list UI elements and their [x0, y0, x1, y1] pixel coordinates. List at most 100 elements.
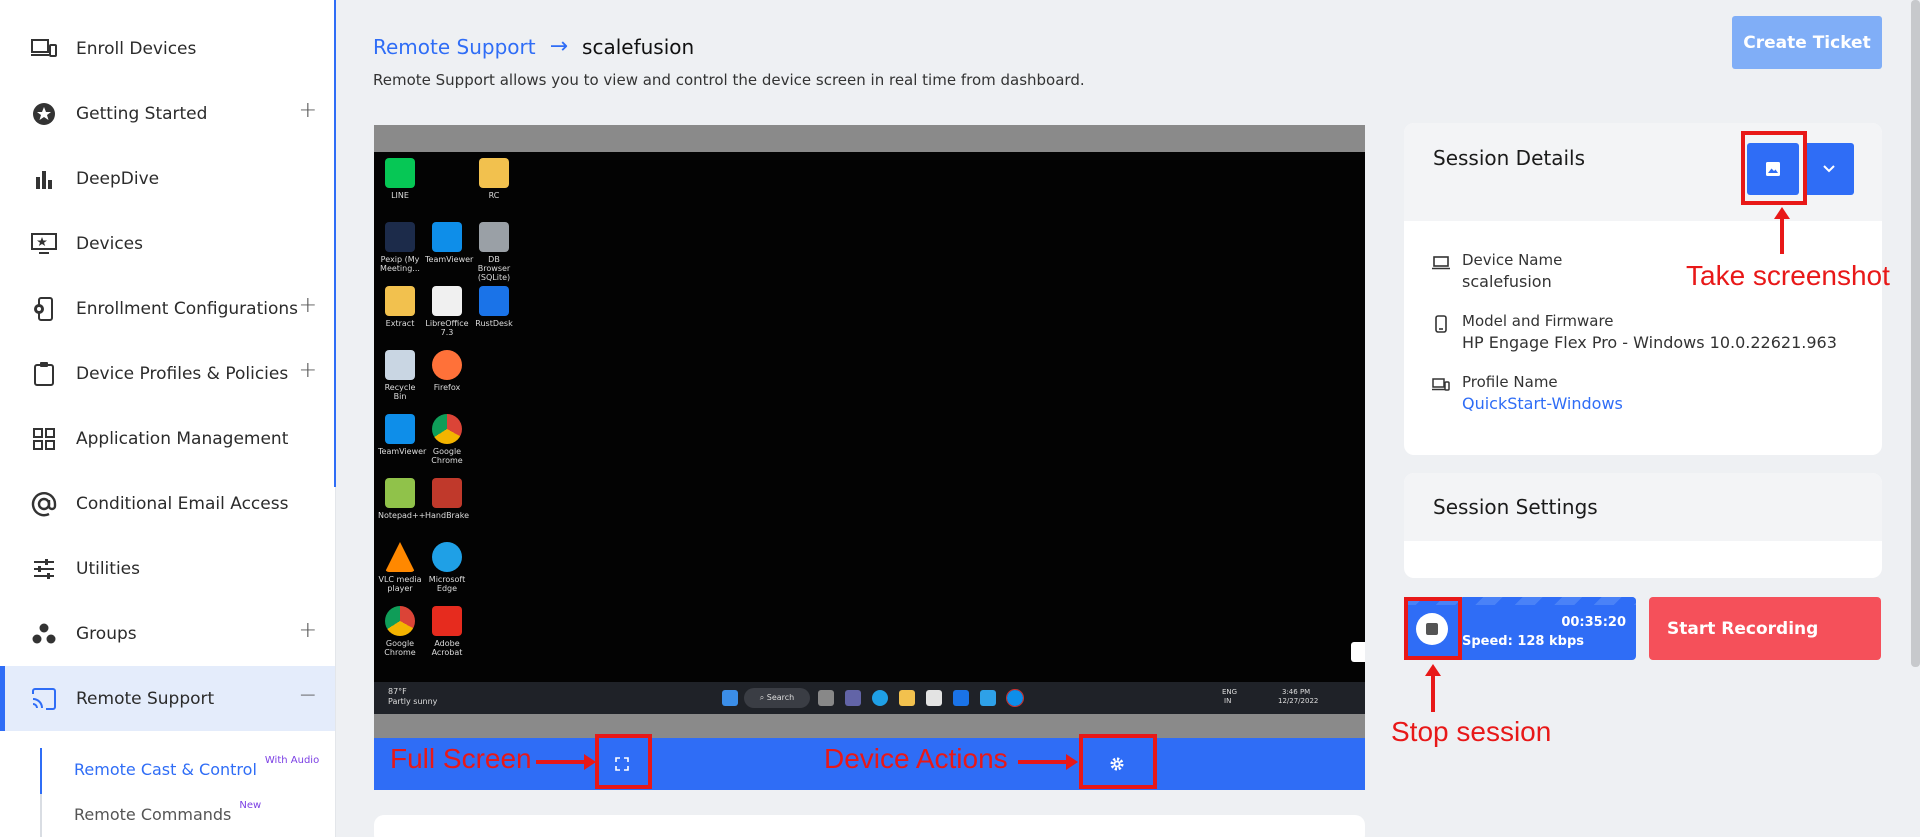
mail-icon[interactable] — [953, 690, 969, 706]
bottom-panel — [374, 815, 1365, 837]
sidebar-item-enroll-devices[interactable]: Enroll Devices — [0, 16, 335, 81]
firefox-icon — [432, 350, 462, 380]
annotation-arrowhead — [1774, 207, 1790, 219]
sidebar-item-getting-started[interactable]: Getting Started + — [0, 81, 335, 146]
teamviewer-side-tab[interactable] — [1351, 642, 1365, 662]
annotation-box-stop — [1404, 597, 1462, 660]
weather-widget[interactable]: 87°F Partly sunny — [388, 687, 437, 707]
sidebar-item-label: Utilities — [76, 558, 140, 579]
sidebar-item-groups[interactable]: Groups + — [0, 601, 335, 666]
document-icon — [432, 286, 462, 316]
model-firmware-value: HP Engage Flex Pro - Windows 10.0.22621.… — [1462, 333, 1837, 352]
taskbar-search[interactable]: ⌕ Search — [744, 688, 810, 708]
sidebar-item-label: Getting Started — [76, 103, 208, 124]
desktop-icon[interactable]: HandBrake — [425, 478, 469, 520]
desktop-icon[interactable]: DB Browser (SQLite) — [472, 222, 516, 282]
model-firmware-label: Model and Firmware — [1462, 312, 1614, 330]
remote-screen-viewer[interactable]: LINE RC Pexip (My Meeting... TeamViewer … — [374, 125, 1365, 790]
sidebar-item-devices[interactable]: Devices — [0, 211, 335, 276]
grid-apps-icon — [30, 425, 58, 453]
sidebar-item-label: Remote Support — [76, 688, 215, 709]
sidebar-item-conditional-email[interactable]: Conditional Email Access — [0, 471, 335, 536]
explorer-icon[interactable] — [899, 690, 915, 706]
teamviewer-taskbar-icon[interactable] — [1006, 689, 1024, 707]
annotation-arrow — [1431, 670, 1435, 712]
screenshot-dropdown-button[interactable] — [1804, 143, 1854, 195]
create-ticket-button[interactable]: Create Ticket — [1732, 16, 1882, 69]
phone-gear-icon — [30, 295, 58, 323]
sidebar-item-label: DeepDive — [76, 168, 160, 189]
profile-name-link[interactable]: QuickStart-Windows — [1462, 394, 1623, 413]
start-icon[interactable] — [722, 690, 738, 706]
chat-icon[interactable] — [845, 690, 861, 706]
annotation-arrow — [1018, 760, 1068, 764]
desktop-icon[interactable]: RustDesk — [472, 286, 516, 328]
desktop-icon[interactable]: TeamViewer — [425, 222, 473, 264]
desktop-icon[interactable]: Notepad++ — [378, 478, 425, 520]
remote-taskbar: 87°F Partly sunny ⌕ Search ENG IN 3:46 P… — [374, 682, 1365, 714]
desktop-icon[interactable]: TeamViewer — [378, 414, 426, 456]
session-details-title: Session Details — [1433, 146, 1586, 170]
start-recording-button[interactable]: Start Recording — [1649, 597, 1881, 660]
sidebar-item-deepdive[interactable]: DeepDive — [0, 146, 335, 211]
sidebar-item-enrollment-configurations[interactable]: Enrollment Configurations + — [0, 276, 335, 341]
breadcrumb-arrow-icon: → — [549, 34, 569, 59]
sidebar-subitem-remote-commands[interactable]: Remote Commands New — [74, 800, 261, 824]
chrome-icon — [385, 606, 415, 636]
teamviewer-icon — [432, 222, 462, 252]
desktop-icon[interactable]: Recycle Bin — [378, 350, 422, 401]
desktop-icon[interactable]: Google Chrome — [378, 606, 422, 657]
desktop-icon[interactable]: Extract — [378, 286, 422, 328]
device-name-label: Device Name — [1462, 251, 1563, 269]
desktop-icon[interactable]: Adobe Acrobat — [425, 606, 469, 657]
desktop-icon[interactable]: LINE — [378, 158, 422, 200]
new-badge: New — [239, 800, 262, 811]
sliders-icon — [30, 555, 58, 583]
sidebar-item-application-management[interactable]: Application Management — [0, 406, 335, 471]
handbrake-icon — [432, 478, 462, 508]
expand-plus-icon[interactable]: + — [299, 293, 317, 318]
sidebar-item-label: Device Profiles & Policies — [76, 363, 289, 384]
breadcrumb-remote-support[interactable]: Remote Support — [373, 35, 536, 59]
clipboard-icon — [30, 360, 58, 388]
desktop-icon[interactable]: Google Chrome — [425, 414, 469, 465]
sidebar-subitem-remote-cast[interactable]: Remote Cast & Control With Audio — [74, 755, 319, 779]
folder-icon — [479, 158, 509, 188]
recycle-bin-icon — [385, 350, 415, 380]
sidebar: Enroll Devices Getting Started + DeepDiv… — [0, 0, 336, 837]
annotation-box-device-actions — [1079, 734, 1157, 789]
session-settings-card[interactable]: Session Settings — [1404, 473, 1882, 578]
expand-plus-icon[interactable]: + — [299, 98, 317, 123]
annotation-full-screen: Full Screen — [390, 743, 532, 774]
vlc-icon — [385, 542, 415, 572]
session-settings-title: Session Settings — [1433, 495, 1598, 519]
annotation-arrowhead — [1066, 754, 1078, 770]
bar-chart-icon — [30, 165, 58, 193]
session-timer: 00:35:20 — [1561, 615, 1626, 630]
remote-desktop[interactable]: LINE RC Pexip (My Meeting... TeamViewer … — [374, 152, 1365, 682]
sidebar-item-remote-support[interactable]: Remote Support − — [0, 666, 335, 731]
desktop-icon[interactable]: LibreOffice 7.3 — [425, 286, 469, 337]
desktop-icon[interactable]: Firefox — [425, 350, 469, 392]
at-sign-icon — [30, 490, 58, 518]
desktop-icon[interactable]: Pexip (My Meeting... — [378, 222, 422, 273]
taskview-icon[interactable] — [818, 690, 834, 706]
app-taskbar-icon[interactable] — [980, 690, 996, 706]
edge-taskbar-icon[interactable] — [872, 690, 888, 706]
page-scrollbar[interactable] — [1911, 0, 1920, 667]
sidebar-item-utilities[interactable]: Utilities — [0, 536, 335, 601]
expand-plus-icon[interactable]: + — [299, 358, 317, 383]
desktop-icon[interactable]: Microsoft Edge — [425, 542, 469, 593]
expand-plus-icon[interactable]: + — [299, 618, 317, 643]
sidebar-item-label: Devices — [76, 233, 143, 254]
sidebar-item-device-profiles[interactable]: Device Profiles & Policies + — [0, 341, 335, 406]
phone-icon — [1435, 315, 1447, 333]
pexip-icon — [385, 222, 415, 252]
desktop-icon[interactable]: RC — [472, 158, 516, 200]
collapse-minus-icon[interactable]: − — [299, 683, 317, 708]
group-dots-icon — [30, 620, 58, 648]
subitem-label: Remote Cast & Control — [74, 760, 257, 779]
store-icon[interactable] — [926, 690, 942, 706]
annotation-arrow — [536, 760, 586, 764]
desktop-icon[interactable]: VLC media player — [378, 542, 422, 593]
